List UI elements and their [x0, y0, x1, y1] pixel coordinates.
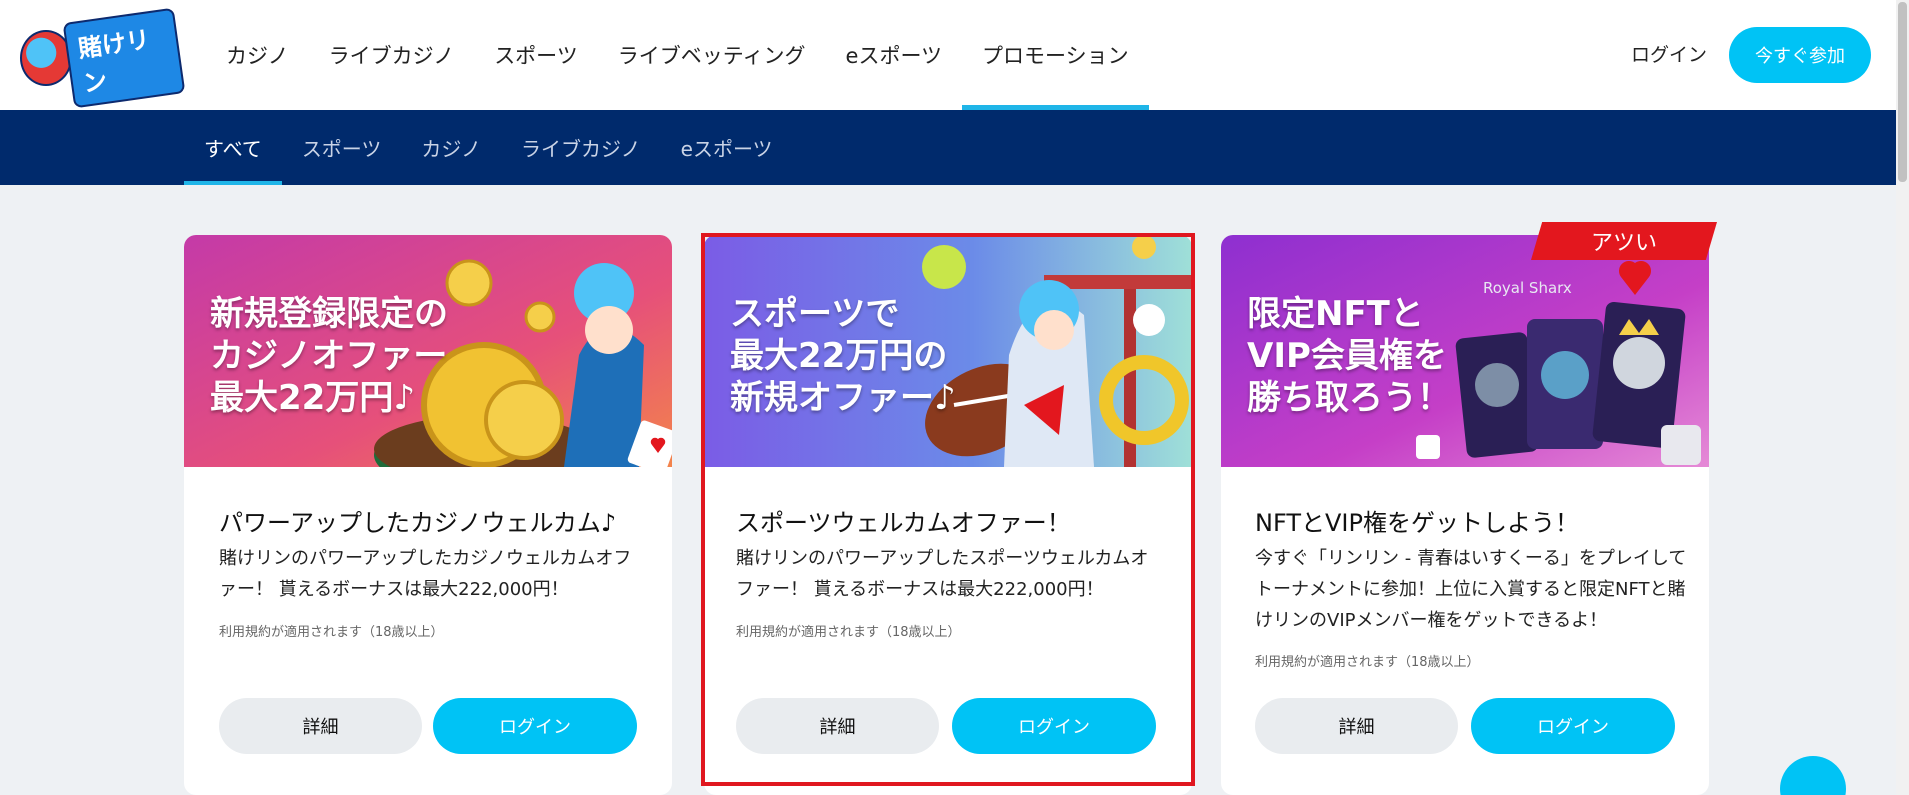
nav-live-betting[interactable]: ライブベッティング	[598, 0, 826, 110]
page-scrollbar[interactable]	[1896, 0, 1909, 795]
terms-note: 利用規約が適用されます（18歳以上）	[1255, 655, 1480, 670]
hot-ribbon-badge: アツい	[1531, 222, 1717, 260]
casino-banner-text: 新規登録限定の カジノオファー 最大22万円♪	[210, 294, 448, 418]
tab-live-casino[interactable]: ライブカジノ	[501, 110, 661, 185]
site-logo[interactable]: 賭けリン	[20, 7, 186, 109]
top-header: 賭けリン カジノ ライブカジノ スポーツ ライブベッティング eスポーツ プロモ…	[0, 0, 1896, 110]
promo-description: 賭けリンのパワーアップしたスポーツウェルカムオファー！ 貰えるボーナスは最大22…	[736, 548, 1149, 600]
promo-title: スポーツウェルカムオファー！	[736, 509, 1071, 537]
details-button[interactable]: 詳細	[736, 698, 939, 754]
promo-card-sports: スポーツで 最大22万円の 新規オファー♪ スポーツウェルカムオファー！ 賭けリ…	[704, 235, 1192, 795]
promo-card-casino: 新規登録限定の カジノオファー 最大22万円♪ パワーアップしたカジノウェルカム…	[184, 235, 672, 795]
royal-sharx-wordmark: Royal Sharx	[1483, 279, 1572, 297]
nav-casino[interactable]: カジノ	[206, 0, 309, 110]
nav-sports[interactable]: スポーツ	[474, 0, 598, 110]
nav-promotions[interactable]: プロモーション	[962, 0, 1149, 110]
promo-title: NFTとVIP権をゲットしよう！	[1255, 509, 1579, 537]
tab-sports[interactable]: スポーツ	[282, 110, 402, 185]
promo-description: 賭けリンのパワーアップしたカジノウェルカムオファー！ 貰えるボーナスは最大222…	[219, 548, 632, 600]
header-login-link[interactable]: ログイン	[1631, 40, 1707, 67]
login-button[interactable]: ログイン	[952, 698, 1156, 754]
scrollbar-thumb[interactable]	[1898, 2, 1907, 182]
sports-banner-text: スポーツで 最大22万円の 新規オファー♪	[730, 294, 956, 418]
join-now-button[interactable]: 今すぐ参加	[1729, 27, 1871, 83]
promo-description: 今すぐ「リンリン - 青春はいすくーる」をプレイしてトーナメントに参加！上位に入…	[1255, 548, 1687, 631]
details-button[interactable]: 詳細	[1255, 698, 1458, 754]
nav-esports[interactable]: eスポーツ	[826, 0, 963, 110]
login-button[interactable]: ログイン	[1471, 698, 1675, 754]
tab-casino[interactable]: カジノ	[401, 110, 501, 185]
chat-support-button[interactable]	[1780, 756, 1846, 795]
terms-note: 利用規約が適用されます（18歳以上）	[736, 625, 961, 640]
promo-category-bar: すべて スポーツ カジノ ライブカジノ eスポーツ	[0, 110, 1896, 185]
terms-note: 利用規約が適用されます（18歳以上）	[219, 625, 444, 640]
sports-promo-banner[interactable]: スポーツで 最大22万円の 新規オファー♪	[704, 235, 1192, 467]
login-button[interactable]: ログイン	[433, 698, 637, 754]
logo-wordmark: 賭けリン	[62, 7, 186, 109]
details-button[interactable]: 詳細	[219, 698, 422, 754]
main-nav: カジノ ライブカジノ スポーツ ライブベッティング eスポーツ プロモーション	[206, 0, 1149, 110]
nft-promo-banner[interactable]: Royal Sharx 限定NFTと VIP会員権を 勝ち取ろう！	[1221, 235, 1709, 467]
tab-esports[interactable]: eスポーツ	[661, 110, 793, 185]
nav-live-casino[interactable]: ライブカジノ	[309, 0, 475, 110]
promo-card-nft: Royal Sharx 限定NFTと VIP会員権を 勝ち取ろう！ NFTとVI…	[1221, 235, 1709, 795]
promo-title: パワーアップしたカジノウェルカム♪	[219, 509, 617, 537]
casino-promo-banner[interactable]: 新規登録限定の カジノオファー 最大22万円♪	[184, 235, 672, 467]
tab-all[interactable]: すべて	[184, 110, 282, 185]
nft-banner-text: 限定NFTと VIP会員権を 勝ち取ろう！	[1247, 294, 1451, 418]
